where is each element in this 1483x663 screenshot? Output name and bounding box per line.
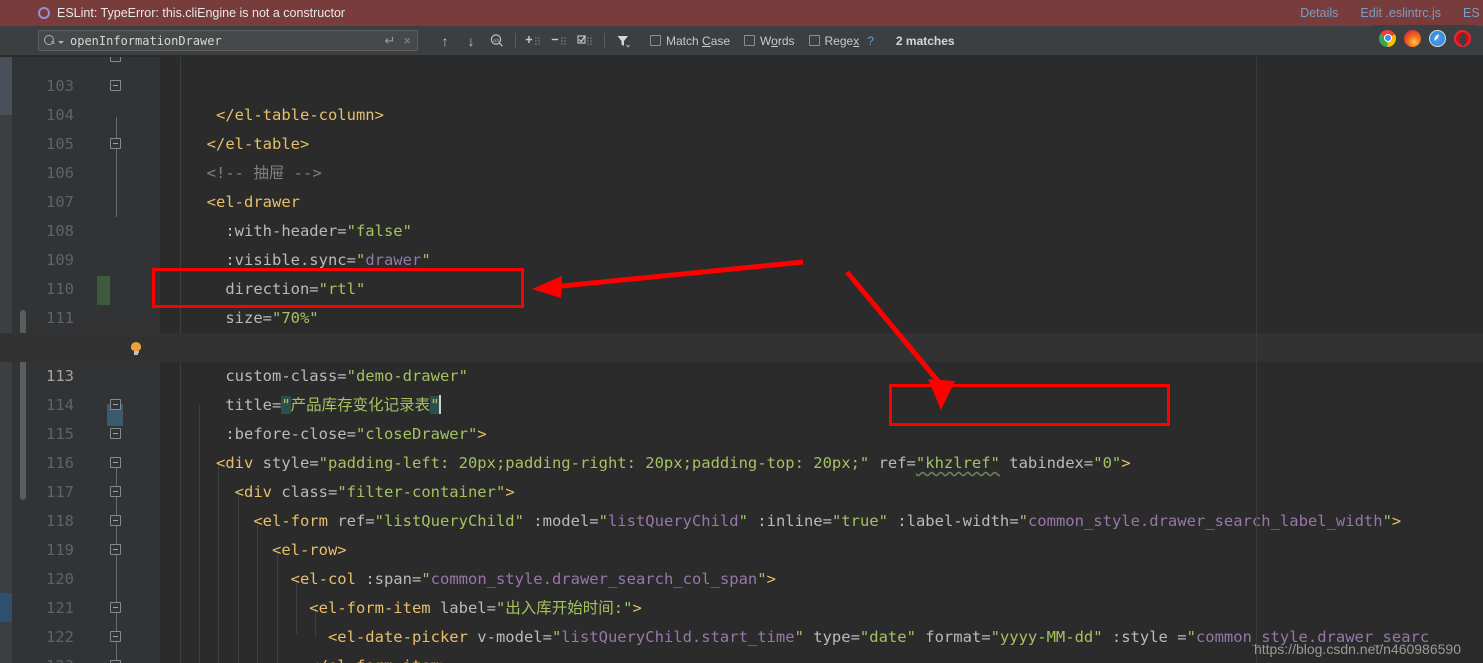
remove-selection-icon[interactable]: [547, 29, 573, 53]
edit-eslintrc-link[interactable]: Edit .eslintrc.js: [1360, 6, 1441, 20]
code-line[interactable]: 118 <el-row>: [0, 478, 1483, 559]
code-line[interactable]: 121 <el-date-picker v-model="listQueryCh…: [0, 565, 1483, 646]
fold-marker-box-116[interactable]: [110, 428, 121, 439]
words-label: Words: [760, 33, 795, 48]
find-action-icons: ↑ ↓ ab: [432, 29, 636, 53]
find-previous-button[interactable]: ↑: [432, 29, 458, 53]
search-input-value: openInformationDrawer: [70, 33, 222, 48]
words-box: [744, 35, 756, 46]
safari-icon[interactable]: [1429, 29, 1446, 47]
close-icon[interactable]: ×: [403, 33, 411, 48]
code-line[interactable]: 119 <el-col :span="common_style.drawer_s…: [0, 507, 1483, 588]
enter-icon: ↵: [384, 32, 396, 48]
code-line[interactable]: 105 <!-- 抽屉 -->: [0, 101, 1483, 182]
find-options: Match Case Words Regex ?: [650, 34, 874, 48]
find-toolbar: openInformationDrawer ↵ × ↑ ↓ ab Match C…: [0, 26, 1483, 56]
minus-lines-icon: [551, 37, 566, 44]
eslint-error-message: ESLint: TypeError: this.cliEngine is not…: [57, 6, 346, 20]
code-line[interactable]: 109 direction="rtl": [0, 217, 1483, 298]
code-line[interactable]: 103 </el-table-column>: [0, 57, 1483, 124]
code-line[interactable]: 115 <div style="padding-left: 20px;paddi…: [0, 391, 1483, 472]
magnifier-multi-icon: ab: [490, 33, 503, 47]
match-case-label: Match Case: [666, 33, 731, 48]
fold-marker-box-118[interactable]: [110, 486, 121, 497]
add-selection-icon[interactable]: [521, 29, 547, 53]
watermark-url: https://blog.csdn.net/n460986590: [1253, 641, 1461, 657]
code-line[interactable]: 114 :before-close="closeDrawer">: [0, 362, 1483, 443]
toolbar-separator-2: [604, 33, 605, 48]
find-next-button[interactable]: ↓: [458, 29, 484, 53]
code-line[interactable]: 111 @opened="openInformationDrawer": [0, 275, 1483, 357]
svg-text:ab: ab: [493, 38, 500, 44]
code-line[interactable]: 110 size="70%": [0, 246, 1483, 327]
fold-marker[interactable]: [110, 631, 121, 642]
words-checkbox[interactable]: Words: [744, 33, 795, 48]
match-count-label: 2 matches: [895, 33, 955, 48]
fold-marker[interactable]: [110, 80, 121, 91]
fold-marker[interactable]: [110, 57, 121, 62]
regex-label: Regex: [824, 33, 860, 48]
code-line[interactable]: 106 <el-drawer: [0, 130, 1483, 211]
fold-marker-box-119[interactable]: [110, 515, 121, 526]
code-line-current[interactable]: 113 title="产品库存变化记录表": [0, 333, 1483, 414]
details-link[interactable]: Details: [1300, 6, 1338, 20]
fold-marker-box-106[interactable]: [110, 138, 121, 149]
eslint-error-banner: ESLint: TypeError: this.cliEngine is not…: [0, 0, 1483, 26]
code-line[interactable]: 122 </el-form-item>: [0, 594, 1483, 663]
code-line[interactable]: 108 :visible.sync="drawer": [0, 188, 1483, 269]
browser-preview-toolbar: [1371, 25, 1479, 51]
chrome-icon[interactable]: [1379, 29, 1396, 47]
regex-checkbox[interactable]: Regex ?: [808, 33, 874, 48]
fold-marker-box-115[interactable]: [110, 399, 121, 410]
select-all-icon[interactable]: [573, 29, 599, 53]
fold-marker-box-120[interactable]: [110, 544, 121, 555]
code-line[interactable]: 107 :with-header="false": [0, 159, 1483, 240]
search-input[interactable]: openInformationDrawer ↵ ×: [38, 30, 418, 51]
eslint-banner-links: Details Edit .eslintrc.js ES: [1300, 6, 1483, 20]
regex-box: [808, 35, 820, 46]
code-editor[interactable]: 103 </el-table-column> 104 </el-table> 1…: [0, 57, 1483, 663]
bulb-glass: [131, 342, 141, 351]
firefox-icon[interactable]: [1404, 29, 1421, 47]
checkbox-lines-icon: [577, 34, 592, 44]
code-line[interactable]: 116 <div class="filter-container">: [0, 420, 1483, 501]
search-icon: [44, 35, 55, 46]
code-line[interactable]: 117 <el-form ref="listQueryChild" :model…: [0, 449, 1483, 530]
funnel-icon: [617, 35, 630, 48]
plus-lines-icon: [525, 35, 540, 44]
history-dropdown-icon[interactable]: [58, 40, 64, 44]
ide-window: ESLint: TypeError: this.cliEngine is not…: [0, 0, 1483, 663]
right-margin-guide: [1256, 57, 1257, 663]
select-all-occurrences-icon[interactable]: ab: [484, 29, 510, 53]
code-line[interactable]: 104 </el-table>: [0, 72, 1483, 153]
code-line[interactable]: 120 <el-form-item label="出入库开始时间:">: [0, 536, 1483, 617]
match-case-checkbox[interactable]: Match Case: [650, 34, 730, 48]
eslint-circle-icon: [38, 7, 50, 19]
filter-icon[interactable]: [610, 29, 636, 53]
code-line[interactable]: 112 custom-class="demo-drawer": [0, 304, 1483, 385]
bulb-base-2: [134, 353, 138, 355]
eslint-extra-link[interactable]: ES: [1463, 6, 1481, 20]
opera-icon[interactable]: [1454, 29, 1471, 47]
fold-marker-box-117[interactable]: [110, 457, 121, 468]
regex-help-icon[interactable]: ?: [867, 34, 874, 48]
intention-bulb-icon[interactable]: [131, 342, 142, 355]
match-case-box: [650, 35, 661, 46]
vcs-added-marker-line-111: [97, 276, 110, 305]
toolbar-separator: [515, 33, 516, 48]
fold-marker[interactable]: [110, 602, 121, 613]
